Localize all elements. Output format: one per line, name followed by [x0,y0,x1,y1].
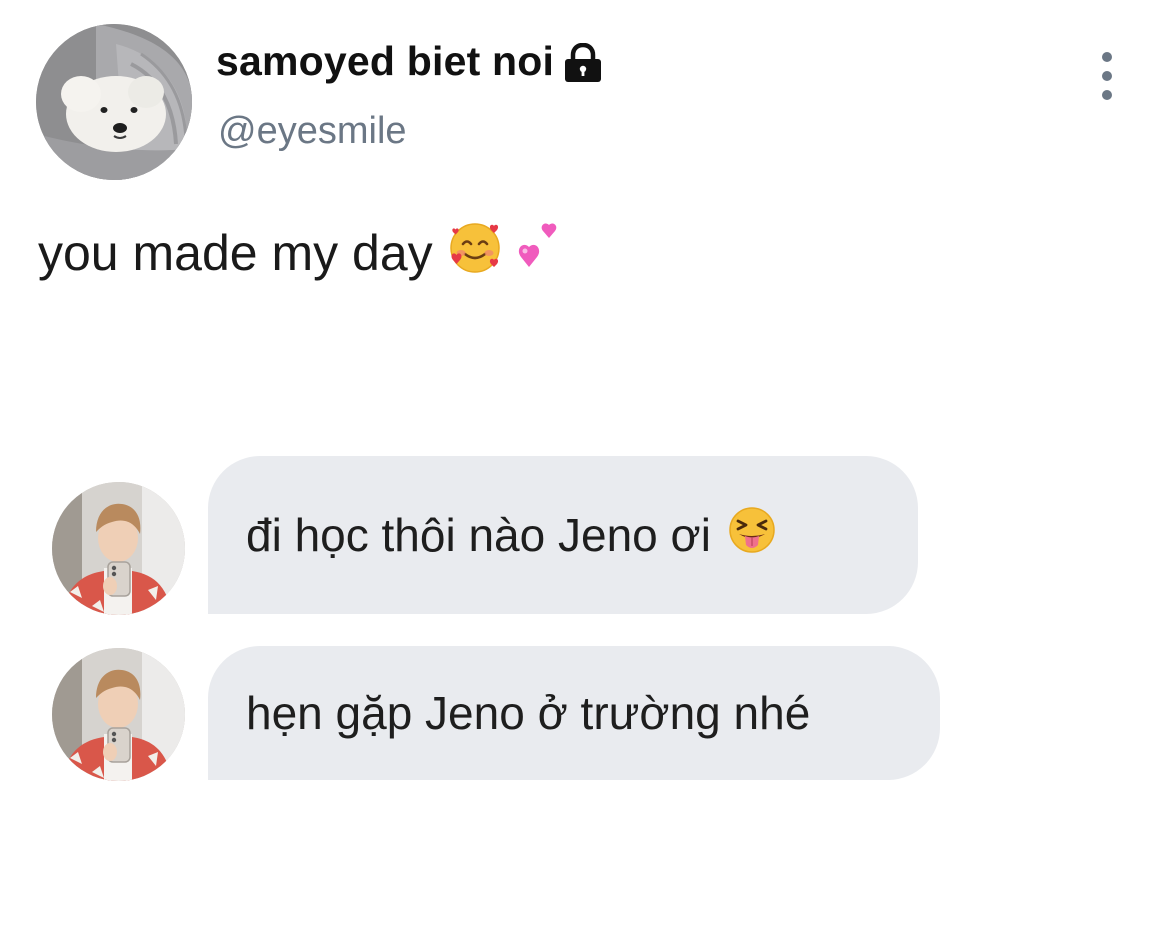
more-dot-icon [1102,90,1112,100]
sender-avatar-image [52,648,185,781]
message-row: đi học thôi nào Jeno ơi [0,456,1170,615]
tweet-text-content: you made my day [38,225,433,281]
more-dot-icon [1102,52,1112,62]
more-dot-icon [1102,71,1112,81]
display-name[interactable]: samoyed biet noi [216,38,604,85]
sender-avatar-image [52,482,185,615]
display-name-text: samoyed biet noi [216,38,555,84]
squinting-face-with-tongue-icon [727,505,777,566]
message-text: đi học thôi nào Jeno ơi [246,509,711,561]
sender-avatar[interactable] [52,482,185,615]
message-row: hẹn gặp Jeno ở trường nhé [0,646,1170,781]
smiling-face-with-hearts-icon [447,220,505,286]
profile-avatar[interactable] [36,24,192,180]
message-text: hẹn gặp Jeno ở trường nhé [246,687,811,739]
sender-avatar[interactable] [52,648,185,781]
lock-icon [562,42,604,83]
more-options-button[interactable] [1090,52,1124,100]
message-bubble[interactable]: hẹn gặp Jeno ở trường nhé [208,646,940,780]
user-handle[interactable]: @eyesmile [218,110,407,153]
message-bubble[interactable]: đi học thôi nào Jeno ơi [208,456,918,614]
samoyed-avatar-image [36,24,192,180]
tweet-text: you made my day [38,220,567,286]
two-hearts-icon [515,221,567,285]
